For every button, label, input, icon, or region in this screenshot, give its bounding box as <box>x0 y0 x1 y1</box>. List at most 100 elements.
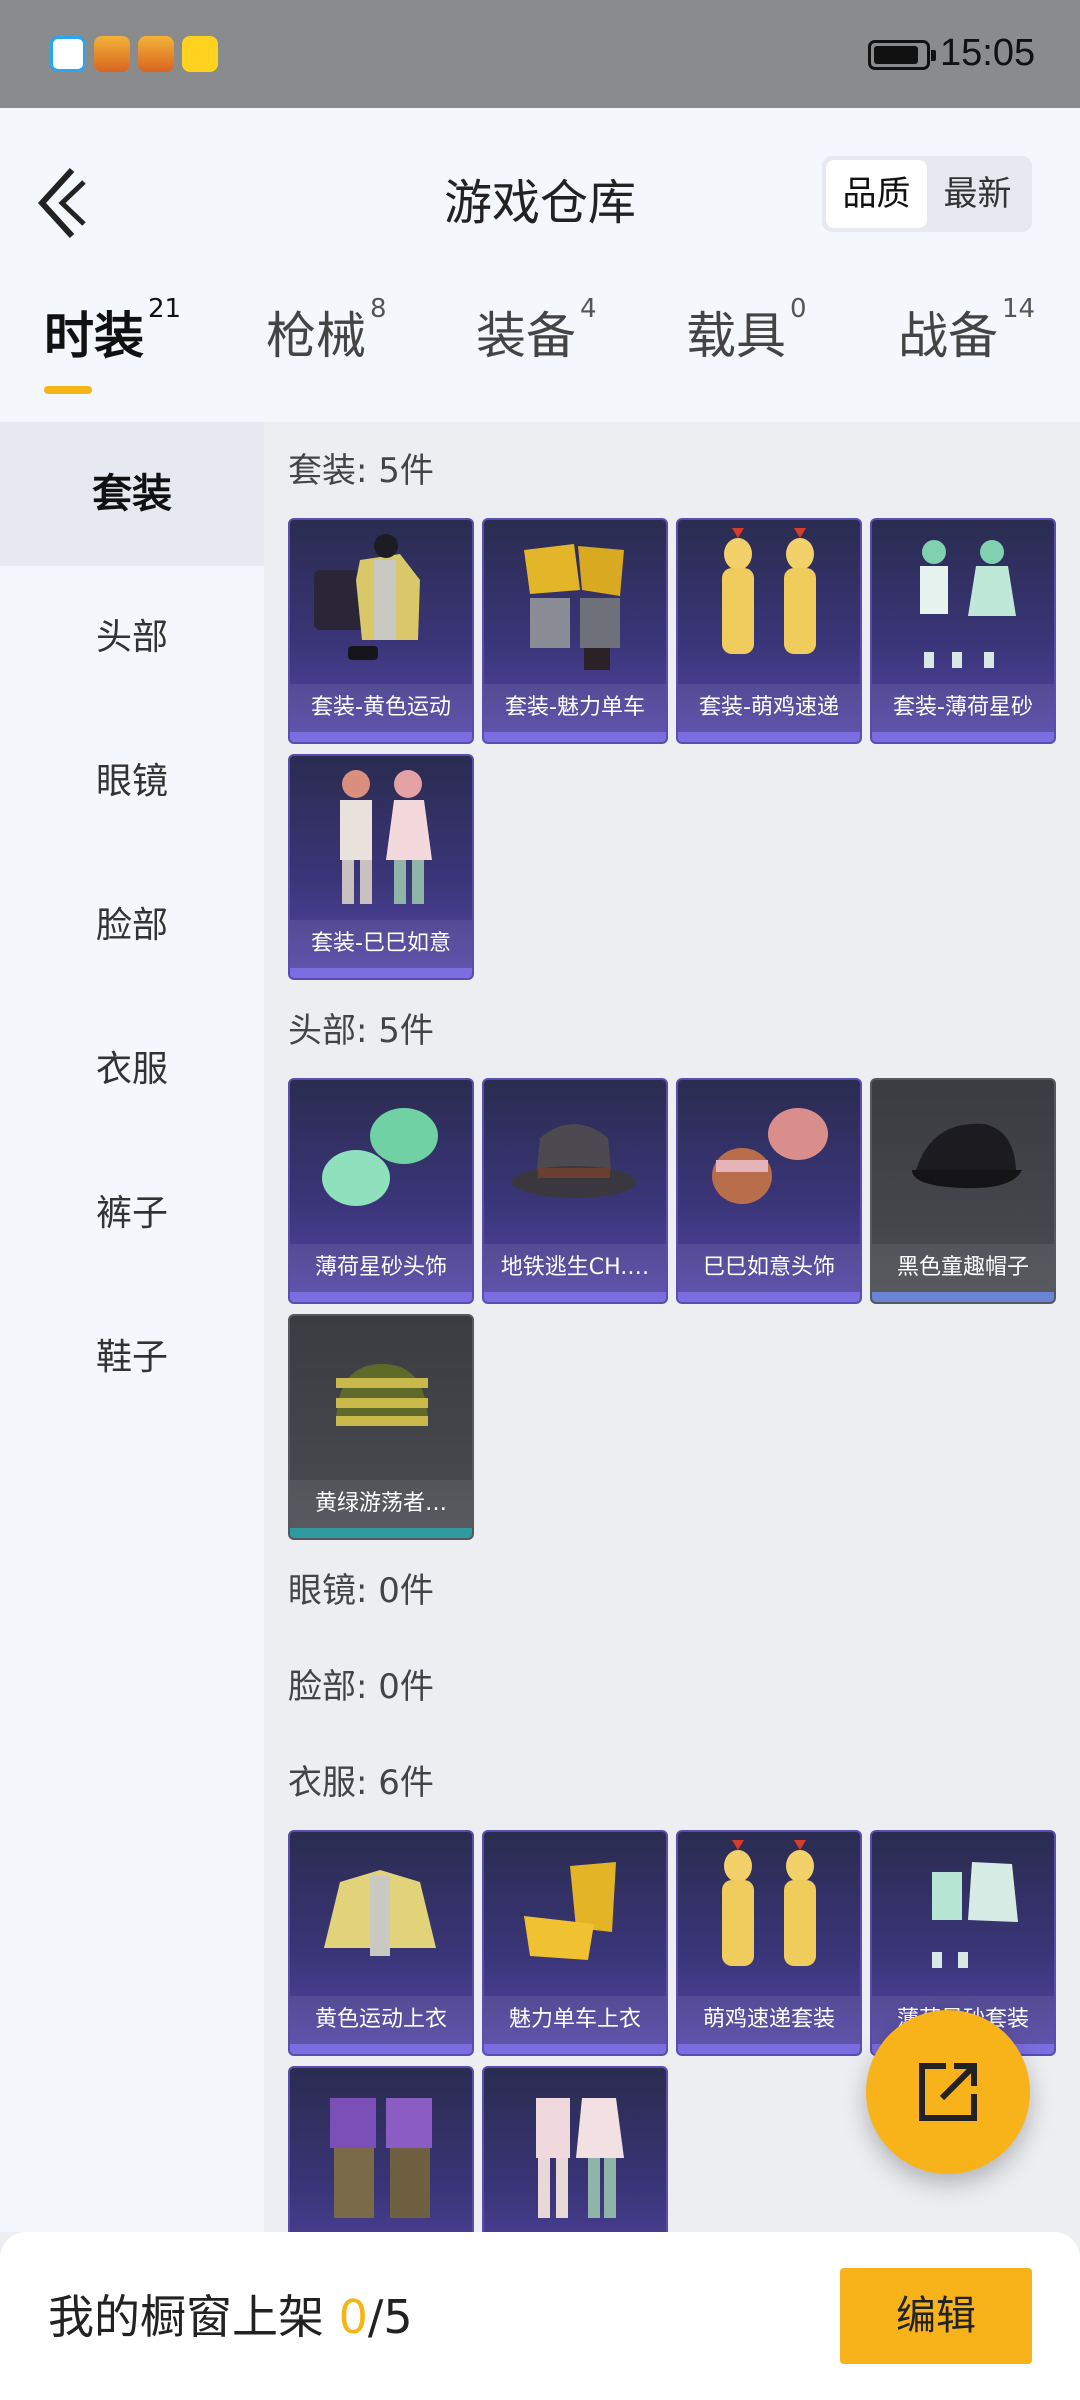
yellow-app-icon <box>182 36 218 72</box>
item-card[interactable]: 套装-薄荷星砂 <box>870 518 1056 744</box>
sidebar-item-face[interactable]: 脸部 <box>0 854 264 998</box>
item-name: 套装-萌鸡速递 <box>678 684 860 732</box>
showcase-label: 我的橱窗上架 <box>48 2290 324 2344</box>
outfit-thumbnail <box>722 528 816 654</box>
sort-latest-option[interactable]: 最新 <box>927 160 1028 228</box>
item-card[interactable]: 魅力单车上衣 <box>482 1830 668 2056</box>
rarity-bar <box>678 1292 860 1302</box>
sidebar-item-glasses[interactable]: 眼镜 <box>0 710 264 854</box>
section-title: 套装: 5件 <box>288 451 434 491</box>
tab-label: 时装 <box>44 307 144 365</box>
sidebar: 套装 头部 眼镜 脸部 衣服 裤子 鞋子 <box>0 422 264 2232</box>
tab-count: 0 <box>790 294 807 324</box>
item-card[interactable]: 萌鸡速递套装 <box>676 1830 862 2056</box>
item-name: 黄绿游荡者… <box>290 1480 472 1528</box>
rarity-bar <box>678 2044 860 2054</box>
sidebar-item-sets[interactable]: 套装 <box>0 422 264 566</box>
item-name: 魅力单车上衣 <box>484 1996 666 2044</box>
clothing-thumbnail <box>324 1870 436 1956</box>
sort-quality-option[interactable]: 品质 <box>826 160 927 228</box>
clothing-thumbnail <box>536 2098 624 2218</box>
item-card[interactable]: 黑色童趣帽子 <box>870 1078 1056 1304</box>
share-icon <box>919 2063 977 2121</box>
item-name: 套装-薄荷星砂 <box>872 684 1054 732</box>
rarity-bar <box>290 1292 472 1302</box>
item-card[interactable]: 地铁逃生CH.… <box>482 1078 668 1304</box>
sidebar-item-head[interactable]: 头部 <box>0 566 264 710</box>
outfit-thumbnail <box>524 544 624 670</box>
headwear-thumbnail <box>712 1108 828 1204</box>
rarity-bar <box>290 968 472 978</box>
headwear-thumbnail <box>512 1124 636 1198</box>
item-name: 黄色运动上衣 <box>290 1996 472 2044</box>
edit-button[interactable]: 编辑 <box>840 2268 1032 2364</box>
chevron-left-icon <box>37 167 86 239</box>
item-card[interactable]: 套装-巳巳如意 <box>288 754 474 980</box>
item-name: 巳巳如意头饰 <box>678 1244 860 1292</box>
item-name: 套装-黄色运动 <box>290 684 472 732</box>
item-card[interactable]: 套装-黄色运动 <box>288 518 474 744</box>
item-name: 薄荷星砂头饰 <box>290 1244 472 1292</box>
tab-label: 战备 <box>898 307 998 365</box>
qq-app-icon <box>50 36 86 72</box>
section-title: 眼镜: 0件 <box>288 1571 434 1611</box>
item-card[interactable]: 黄绿游荡者… <box>288 1314 474 1540</box>
tab-count: 21 <box>148 294 182 324</box>
rarity-bar <box>290 732 472 742</box>
tab-label: 枪械 <box>266 307 366 365</box>
item-name: 萌鸡速递套装 <box>678 1996 860 2044</box>
item-card[interactable]: 巳巳如意头饰 <box>676 1078 862 1304</box>
rarity-bar <box>484 1292 666 1302</box>
section-title: 衣服: 6件 <box>288 1763 434 1803</box>
item-name: 地铁逃生CH.… <box>484 1244 666 1292</box>
sidebar-item-shoes[interactable]: 鞋子 <box>0 1286 264 1430</box>
outfit-thumbnail <box>340 770 432 904</box>
showcase-total: /5 <box>367 2290 413 2344</box>
outfit-thumbnail <box>314 534 420 660</box>
headwear-thumbnail <box>336 1364 428 1426</box>
battery-icon <box>868 40 936 70</box>
rarity-bar <box>290 1528 472 1538</box>
active-tab-indicator <box>44 386 92 394</box>
clothing-thumbnail <box>524 1862 616 1960</box>
item-card[interactable]: 黄色运动上衣 <box>288 1830 474 2056</box>
item-name: 套装-魅力单车 <box>484 684 666 732</box>
status-time: 15:05 <box>940 32 1036 74</box>
clothing-thumbnail <box>330 2098 432 2218</box>
tab-count: 4 <box>580 294 597 324</box>
rarity-bar <box>484 2044 666 2054</box>
item-card[interactable] <box>288 2066 474 2232</box>
rarity-bar <box>872 732 1054 742</box>
headwear-thumbnail <box>322 1108 438 1206</box>
item-card[interactable] <box>482 2066 668 2232</box>
back-button[interactable] <box>28 158 98 248</box>
rarity-bar <box>872 1292 1054 1302</box>
tab-equipment[interactable]: 装备 4 <box>476 294 597 408</box>
item-name: 套装-巳巳如意 <box>290 920 472 968</box>
tab-count: 14 <box>1002 294 1036 324</box>
rarity-bar <box>678 732 860 742</box>
game-app-icon <box>94 36 130 72</box>
item-card[interactable]: 套装-魅力单车 <box>482 518 668 744</box>
bottom-bar: 我的橱窗上架 0/5 编辑 <box>0 2232 1080 2400</box>
item-card[interactable]: 套装-萌鸡速递 <box>676 518 862 744</box>
status-bar: 15:05 <box>0 0 1080 108</box>
rarity-bar <box>290 2044 472 2054</box>
sidebar-item-pants[interactable]: 裤子 <box>0 1142 264 1286</box>
clothing-thumbnail <box>722 1840 816 1966</box>
tab-vehicles[interactable]: 载具 0 <box>686 294 807 408</box>
notification-icons <box>50 36 218 72</box>
tab-weapons[interactable]: 枪械 8 <box>266 294 387 408</box>
share-fab-button[interactable] <box>866 2010 1030 2174</box>
tab-count: 8 <box>370 294 387 324</box>
clothing-thumbnail <box>932 1862 1018 1968</box>
header: 游戏仓库 品质 最新 时装 21 枪械 8 装备 4 载具 0 战备 14 <box>0 108 1080 422</box>
item-name: 黑色童趣帽子 <box>872 1244 1054 1292</box>
item-card[interactable]: 薄荷星砂头饰 <box>288 1078 474 1304</box>
headwear-thumbnail <box>912 1123 1022 1189</box>
section-title: 脸部: 0件 <box>288 1667 434 1707</box>
tab-supplies[interactable]: 战备 14 <box>898 294 1035 408</box>
showcase-status: 我的橱窗上架 0/5 <box>48 2282 413 2352</box>
sidebar-item-clothes[interactable]: 衣服 <box>0 998 264 1142</box>
tab-label: 载具 <box>686 307 786 365</box>
